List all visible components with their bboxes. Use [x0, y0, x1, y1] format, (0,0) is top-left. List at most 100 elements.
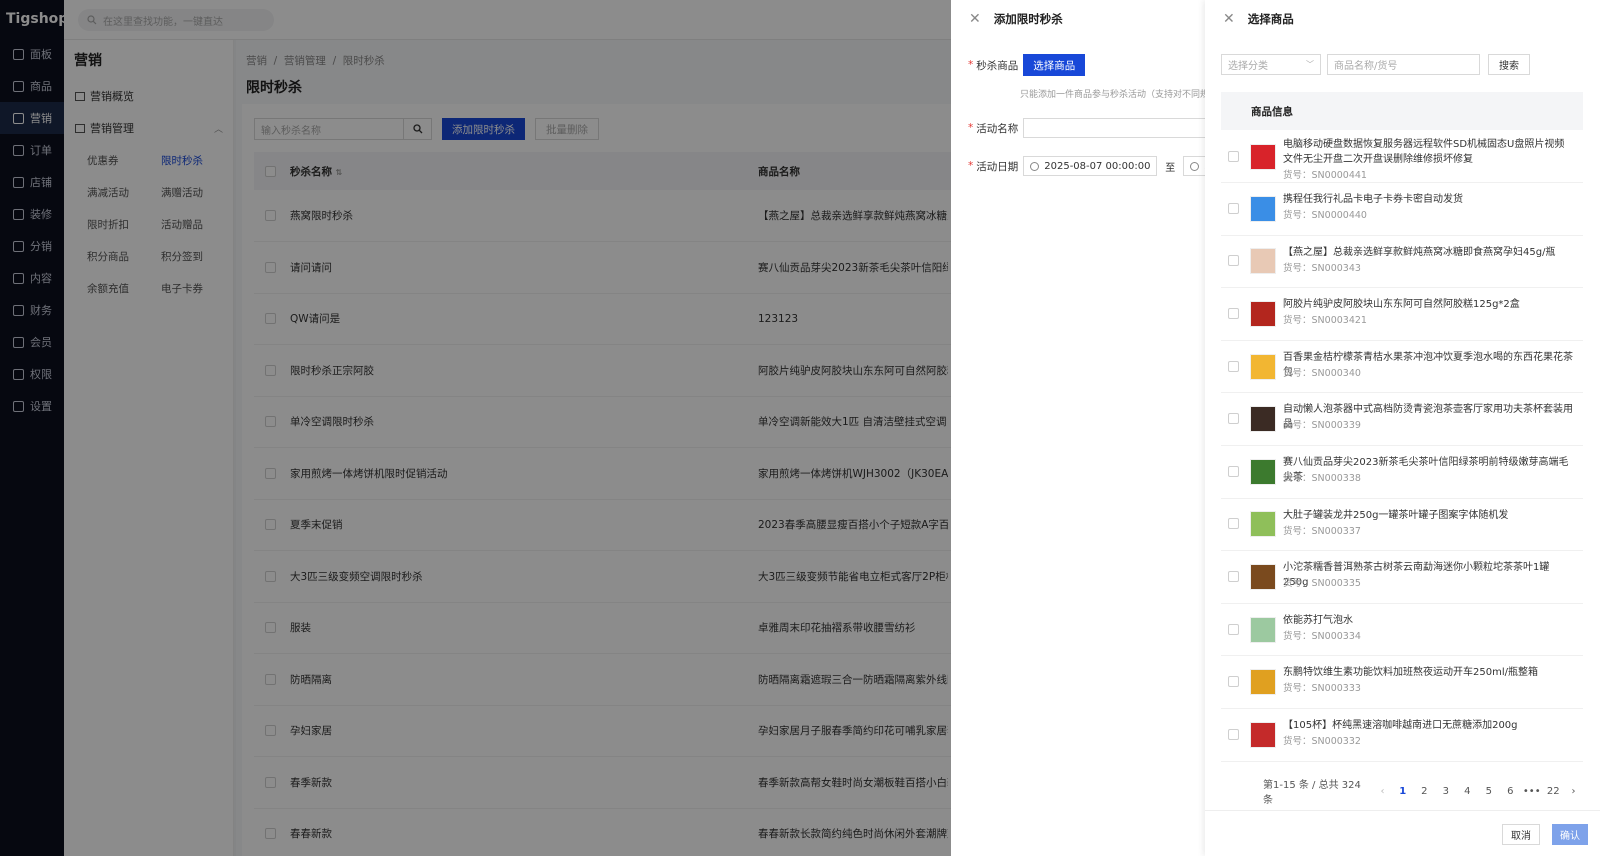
- goods-sn: 货号：SN0003421: [1283, 312, 1367, 326]
- goods-filter-bar: 选择分类 ﹀ 商品名称/货号 搜索: [1221, 54, 1530, 75]
- date-start-value: 2025-08-07 00:00:00: [1044, 160, 1151, 172]
- goods-thumbnail: [1250, 143, 1276, 170]
- drawer-footer: 取消 确认: [1205, 810, 1600, 856]
- drawer-header: ✕ 选择商品: [1205, 0, 1600, 38]
- goods-sn-label: 货号：: [1283, 315, 1312, 327]
- goods-keyword-input[interactable]: 商品名称/货号: [1327, 54, 1480, 75]
- page-number[interactable]: 22: [1543, 786, 1565, 797]
- prev-page-icon[interactable]: ‹: [1373, 786, 1392, 797]
- goods-sn-value: SN000340: [1311, 367, 1361, 379]
- clock-icon: [1030, 161, 1040, 171]
- required-mark: *: [968, 59, 974, 71]
- goods-sn-value: SN000337: [1311, 525, 1361, 537]
- add-seckill-drawer: ✕ 添加限时秒杀 * 秒杀商品 选择商品 只能添加一件商品参与秒杀活动（支持对不同…: [951, 0, 1224, 856]
- goods-checkbox[interactable]: [1228, 307, 1239, 319]
- goods-sn-value: SN000335: [1311, 578, 1361, 590]
- goods-sn-value: SN000343: [1311, 262, 1361, 274]
- goods-list: 电脑移动硬盘数据恢复服务器远程软件SD机械固态U盘照片视频文件无尘开盘二次开盘误…: [1221, 131, 1583, 762]
- required-mark: *: [968, 122, 974, 134]
- page-number[interactable]: 4: [1457, 786, 1479, 797]
- field-seckill-goods: * 秒杀商品 选择商品: [968, 54, 1086, 76]
- goods-name: 【105杯】杯纯黑速溶咖啡越南进口无蔗糖添加200g: [1283, 719, 1518, 731]
- drawer-header: ✕ 添加限时秒杀: [951, 0, 1211, 38]
- page-number[interactable]: •••: [1521, 786, 1543, 797]
- drawer-title: 添加限时秒杀: [993, 12, 1063, 26]
- goods-list-item[interactable]: 小沱茶糯香普洱熟茶古树茶云南勐海迷你小颗粒坨茶茶叶1罐250g 货号：SN0003…: [1221, 551, 1583, 604]
- next-page-icon[interactable]: ›: [1564, 786, 1583, 797]
- goods-checkbox[interactable]: [1228, 150, 1239, 162]
- goods-checkbox[interactable]: [1228, 202, 1239, 214]
- goods-checkbox[interactable]: [1228, 360, 1239, 372]
- goods-thumbnail: [1250, 248, 1276, 275]
- cancel-button[interactable]: 取消: [1502, 824, 1540, 845]
- goods-checkbox[interactable]: [1228, 676, 1239, 688]
- goods-sn-label: 货号：: [1283, 735, 1312, 747]
- pagination: 第1-15 条 / 总共 324 条 ‹ 1 2 3 4 5 6 ••• 22 ›: [1221, 780, 1583, 806]
- goods-checkbox[interactable]: [1228, 570, 1239, 582]
- goods-list-item[interactable]: 依能苏打气泡水 货号：SN000334: [1221, 604, 1583, 657]
- category-select[interactable]: 选择分类 ﹀: [1221, 54, 1321, 75]
- close-icon[interactable]: ✕: [1223, 11, 1235, 27]
- goods-thumbnail: [1250, 721, 1276, 748]
- goods-name: 依能苏打气泡水: [1283, 614, 1353, 626]
- goods-checkbox[interactable]: [1228, 728, 1239, 740]
- goods-sn-value: SN000338: [1311, 472, 1361, 484]
- field-activity-date: *活动日期 2025-08-07 00:00:00 至 20: [968, 156, 1224, 176]
- goods-sn-label: 货号：: [1283, 210, 1312, 221]
- required-mark: *: [968, 160, 974, 172]
- select-goods-drawer: ✕ 选择商品 选择分类 ﹀ 商品名称/货号 搜索 商品信息 电脑移动硬盘数据恢复服…: [1205, 0, 1600, 856]
- goods-thumbnail: [1250, 406, 1276, 433]
- goods-name: 电脑移动硬盘数据恢复服务器远程软件SD机械固态U盘照片视频文件无尘开盘二次开盘误…: [1283, 139, 1565, 165]
- goods-sn: 货号：SN000340: [1283, 365, 1361, 379]
- date-start-input[interactable]: 2025-08-07 00:00:00: [1023, 156, 1158, 176]
- goods-sn-value: SN000334: [1311, 630, 1361, 642]
- goods-list-item[interactable]: 携程任我行礼品卡电子卡券卡密自动发货 货号：SN0000440: [1221, 183, 1583, 236]
- goods-list-item[interactable]: 百香果金桔柠檬茶青桔水果茶冲泡冲饮夏季泡水喝的东西花果花茶包 货号：SN00034…: [1221, 341, 1583, 394]
- goods-checkbox[interactable]: [1228, 465, 1239, 477]
- goods-sn-label: 货号：: [1283, 170, 1312, 181]
- goods-sn-label: 货号：: [1283, 472, 1312, 484]
- category-placeholder: 选择分类: [1228, 61, 1268, 72]
- goods-list-item[interactable]: 自动懒人泡茶器中式高档防烫青瓷泡茶壶客厅家用功夫茶杯套装用品 货号：SN00033…: [1221, 393, 1583, 446]
- goods-thumbnail: [1250, 669, 1276, 696]
- goods-list-item[interactable]: 阿胶片纯驴皮阿胶块山东东阿可自然阿胶糕125g*2盒 货号：SN0003421: [1221, 288, 1583, 341]
- goods-list-item[interactable]: 赛八仙贡品芽尖2023新茶毛尖茶叶信阳绿茶明前特级嫩芽高端毛尖茶 货号：SN000…: [1221, 446, 1583, 499]
- goods-sn: 货号：SN0000440: [1283, 207, 1367, 221]
- goods-name: 阿胶片纯驴皮阿胶块山东东阿可自然阿胶糕125g*2盒: [1283, 299, 1520, 311]
- goods-sn-value: SN0003421: [1311, 315, 1367, 327]
- goods-checkbox[interactable]: [1228, 255, 1239, 267]
- page-number[interactable]: 3: [1435, 786, 1457, 797]
- goods-list-item[interactable]: 【燕之屋】总裁亲选鲜享款鲜炖燕窝冰糖即食燕窝孕妇45g/瓶 货号：SN000343: [1221, 236, 1583, 289]
- goods-name: 大肚子罐装龙井250g一罐茶叶罐子图案字体随机发: [1283, 509, 1509, 521]
- chevron-down-icon: ﹀: [1306, 60, 1314, 69]
- goods-list-item[interactable]: 东鹏特饮维生素功能饮料加班熬夜运动开车250ml/瓶整箱 货号：SN000333: [1221, 656, 1583, 709]
- goods-list-item[interactable]: 电脑移动硬盘数据恢复服务器远程软件SD机械固态U盘照片视频文件无尘开盘二次开盘误…: [1221, 131, 1583, 183]
- goods-sn: 货号：SN000332: [1283, 733, 1361, 747]
- confirm-button[interactable]: 确认: [1552, 824, 1588, 845]
- goods-search-button[interactable]: 搜索: [1488, 54, 1530, 75]
- page-number[interactable]: 1: [1392, 786, 1414, 797]
- field-activity-name: * 活动名称: [968, 118, 1214, 138]
- goods-checkbox[interactable]: [1228, 518, 1239, 530]
- goods-thumbnail: [1250, 300, 1276, 327]
- goods-sn: 货号：SN000334: [1283, 628, 1361, 642]
- goods-sn-value: SN000332: [1311, 735, 1361, 747]
- goods-checkbox[interactable]: [1228, 413, 1239, 425]
- goods-list-item[interactable]: 【105杯】杯纯黑速溶咖啡越南进口无蔗糖添加200g 货号：SN000332: [1221, 709, 1583, 762]
- page-number[interactable]: 5: [1478, 786, 1500, 797]
- clock-icon: [1190, 161, 1200, 171]
- page-number[interactable]: 2: [1414, 786, 1436, 797]
- goods-checkbox[interactable]: [1228, 623, 1239, 635]
- close-icon[interactable]: ✕: [969, 11, 981, 27]
- goods-thumbnail: [1250, 353, 1276, 380]
- activity-name-input[interactable]: [1023, 118, 1214, 138]
- drawer-title: 选择商品: [1247, 12, 1294, 26]
- goods-sn-value: SN000333: [1311, 683, 1361, 695]
- select-goods-button[interactable]: 选择商品: [1023, 54, 1086, 76]
- goods-sn-value: SN0000440: [1311, 210, 1367, 221]
- goods-sn: 货号：SN000333: [1283, 680, 1361, 694]
- goods-list-item[interactable]: 大肚子罐装龙井250g一罐茶叶罐子图案字体随机发 货号：SN000337: [1221, 499, 1583, 552]
- goods-thumbnail: [1250, 616, 1276, 643]
- page-number[interactable]: 6: [1500, 786, 1522, 797]
- goods-sn: 货号：SN000338: [1283, 470, 1361, 484]
